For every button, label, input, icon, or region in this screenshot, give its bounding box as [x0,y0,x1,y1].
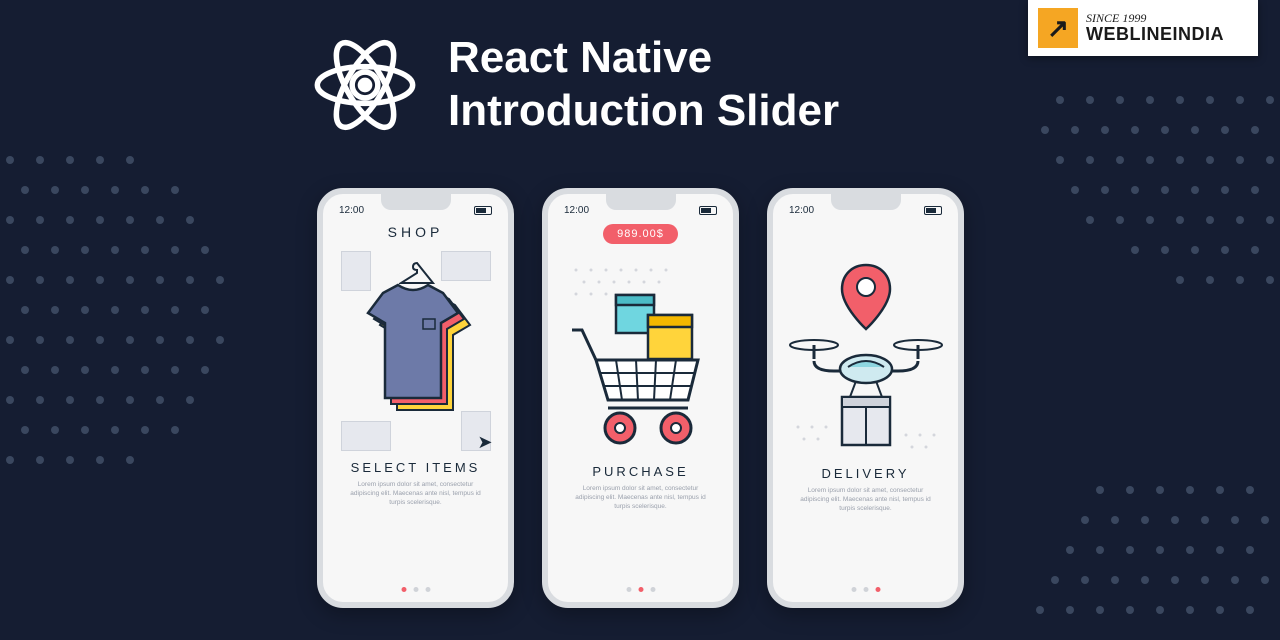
battery-icon [924,206,942,215]
pager-dot [875,587,880,592]
phone-delivery: 12:00 [767,188,964,608]
screen-caption: PURCHASE [558,464,723,479]
screen-lorem: Lorem ipsum dolor sit amet, consectetur … [783,481,948,513]
hanger-icon [399,261,435,285]
pager-dot [425,587,430,592]
pager-dot [650,587,655,592]
title-line-1: React Native [448,32,839,85]
banner-title: React Native Introduction Slider [448,32,839,138]
arrow-up-right-icon: ↗ [1038,8,1078,48]
illustration-shop: ➤ [333,246,498,456]
page-indicator [626,587,655,592]
pager-dot [401,587,406,592]
illustration-delivery [783,252,948,462]
illustration-purchase [558,250,723,460]
cursor-icon: ➤ [477,432,492,453]
status-time: 12:00 [564,205,589,216]
pager-dot [851,587,856,592]
price-pill: 989.00$ [603,224,678,244]
battery-icon [699,206,717,215]
screen-caption: DELIVERY [783,466,948,481]
react-icon [310,30,420,140]
banner-header: React Native Introduction Slider [310,30,839,140]
phone-row: 12:00 SHOP ➤ S [317,188,964,608]
page-indicator [401,587,430,592]
screen-caption: SELECT ITEMS [333,460,498,475]
page-indicator [851,587,880,592]
phone-notch [831,194,901,210]
pager-dot [413,587,418,592]
screen-lorem: Lorem ipsum dolor sit amet, consectetur … [333,475,498,507]
phone-shop: 12:00 SHOP ➤ S [317,188,514,608]
phone-purchase: 12:00 989.00$ [542,188,739,608]
pager-dot [626,587,631,592]
status-time: 12:00 [339,205,364,216]
logo-since: SINCE 1999 [1086,12,1224,25]
phone-notch [381,194,451,210]
battery-icon [474,206,492,215]
phone-notch [606,194,676,210]
pager-dot [638,587,643,592]
brand-logo-badge: ↗ SINCE 1999 WEBLINEINDIA [1028,0,1258,56]
screen-lorem: Lorem ipsum dolor sit amet, consectetur … [558,479,723,511]
title-line-2: Introduction Slider [448,85,839,138]
logo-brand: WEBLINEINDIA [1086,25,1224,44]
dot-texture [574,269,667,296]
screen-top-label: SHOP [333,224,498,240]
status-time: 12:00 [789,205,814,216]
pager-dot [863,587,868,592]
